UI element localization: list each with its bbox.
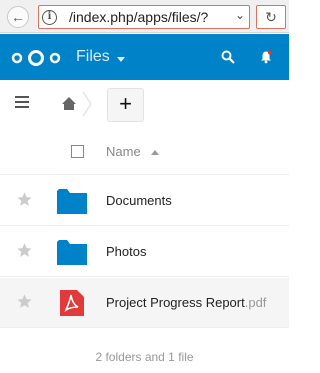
select-all-checkbox[interactable] (71, 145, 84, 158)
new-file-button[interactable]: + (107, 88, 144, 122)
file-list-header (0, 130, 289, 175)
name-column-header[interactable]: Name (106, 144, 141, 159)
folder-icon (57, 189, 87, 214)
app-header: Files (0, 34, 289, 80)
star-icon[interactable] (16, 191, 33, 208)
back-button[interactable]: ← (7, 6, 29, 28)
file-name[interactable]: Photos (106, 244, 146, 259)
app-title[interactable]: Files (76, 48, 110, 66)
url-bar[interactable]: i /index.php/apps/files/? ⌄ (38, 5, 250, 29)
breadcrumb-home[interactable] (55, 91, 95, 117)
star-icon[interactable] (16, 242, 33, 259)
file-name[interactable]: Documents (106, 193, 172, 208)
nextcloud-logo-icon[interactable] (9, 49, 63, 67)
file-summary: 2 folders and 1 file (95, 350, 194, 364)
list-item[interactable]: Documents (0, 176, 289, 226)
search-icon[interactable] (221, 50, 235, 64)
reload-button[interactable]: ↻ (256, 5, 286, 29)
back-arrow-icon: ← (11, 9, 25, 25)
chevron-down-icon[interactable]: ⌄ (235, 8, 245, 22)
folder-icon (57, 240, 87, 265)
sort-ascending-icon[interactable] (151, 150, 159, 155)
list-item[interactable]: Project Progress Report.pdf (0, 278, 289, 328)
list-item[interactable]: Photos (0, 227, 289, 277)
pdf-icon (60, 290, 84, 316)
files-toolbar (0, 80, 289, 130)
url-text[interactable]: /index.php/apps/files/? (69, 9, 229, 25)
browser-toolbar: ← i /index.php/apps/files/? ⌄ ↻ (0, 0, 289, 33)
info-icon[interactable]: i (42, 10, 57, 25)
star-icon[interactable] (16, 293, 33, 310)
app-menu-caret-icon[interactable] (117, 57, 125, 62)
notifications-bell-icon[interactable] (259, 50, 273, 64)
menu-toggle-icon[interactable] (15, 96, 29, 108)
reload-icon: ↻ (265, 9, 277, 25)
file-name[interactable]: Project Progress Report.pdf (106, 295, 266, 310)
